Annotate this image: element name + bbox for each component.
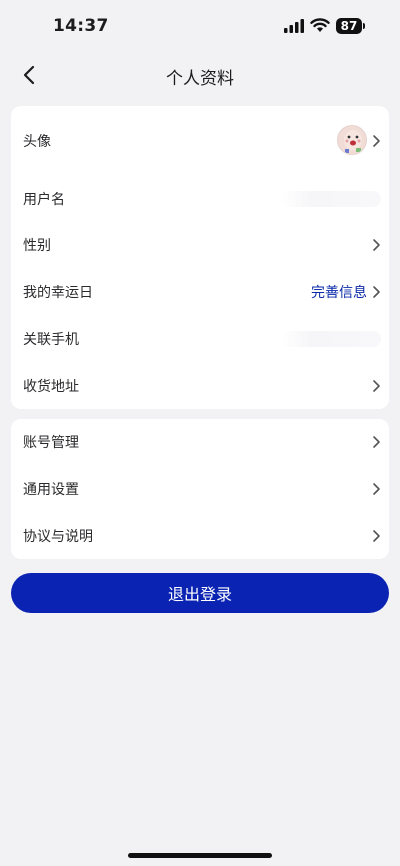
- row-avatar[interactable]: 头像: [11, 118, 389, 164]
- row-label: 协议与说明: [23, 529, 93, 545]
- wifi-icon: [310, 18, 330, 32]
- row-lucky-day[interactable]: 我的幸运日 完善信息: [11, 269, 389, 315]
- chevron-right-icon: [373, 135, 380, 147]
- nav-bar: 个人资料: [0, 50, 400, 100]
- username-value-redacted: [281, 191, 381, 207]
- row-shipping-address[interactable]: 收货地址: [11, 363, 389, 409]
- row-label: 我的幸运日: [23, 285, 93, 301]
- row-general-settings[interactable]: 通用设置: [11, 466, 389, 512]
- row-linked-phone[interactable]: 关联手机: [11, 316, 389, 362]
- status-time: 14:37: [53, 16, 109, 36]
- avatar: [337, 125, 367, 155]
- chevron-right-icon: [373, 530, 380, 542]
- chevron-right-icon: [373, 239, 380, 251]
- row-label: 账号管理: [23, 435, 79, 451]
- chevron-right-icon: [373, 286, 380, 298]
- row-label: 通用设置: [23, 482, 79, 498]
- chevron-right-icon: [373, 436, 380, 448]
- row-label: 收货地址: [23, 379, 79, 395]
- profile-screen: 14:37 87 个人资料 头像 用户名 性别 我的幸运日 完善信息 关联手机 …: [0, 0, 400, 866]
- status-bar: 14:37 87: [0, 0, 400, 50]
- row-account-management[interactable]: 账号管理: [11, 419, 389, 465]
- chevron-right-icon: [373, 380, 380, 392]
- battery-tip: [363, 23, 365, 29]
- signal-icon: [284, 19, 304, 33]
- row-label: 关联手机: [23, 332, 79, 348]
- logout-button[interactable]: 退出登录: [11, 573, 389, 613]
- complete-info-link[interactable]: 完善信息: [311, 282, 367, 302]
- row-label: 用户名: [23, 192, 65, 208]
- row-username[interactable]: 用户名: [11, 176, 389, 222]
- battery-icon: 87: [336, 18, 362, 34]
- row-agreements[interactable]: 协议与说明: [11, 513, 389, 559]
- chevron-right-icon: [373, 483, 380, 495]
- settings-card: 账号管理 通用设置 协议与说明: [11, 419, 389, 559]
- row-label: 性别: [23, 238, 51, 254]
- row-label: 头像: [23, 134, 51, 150]
- row-gender[interactable]: 性别: [11, 222, 389, 268]
- phone-value-redacted: [281, 331, 381, 347]
- home-indicator: [128, 853, 272, 858]
- page-title: 个人资料: [166, 69, 234, 89]
- profile-card: 头像 用户名 性别 我的幸运日 完善信息 关联手机 收货地址: [11, 106, 389, 409]
